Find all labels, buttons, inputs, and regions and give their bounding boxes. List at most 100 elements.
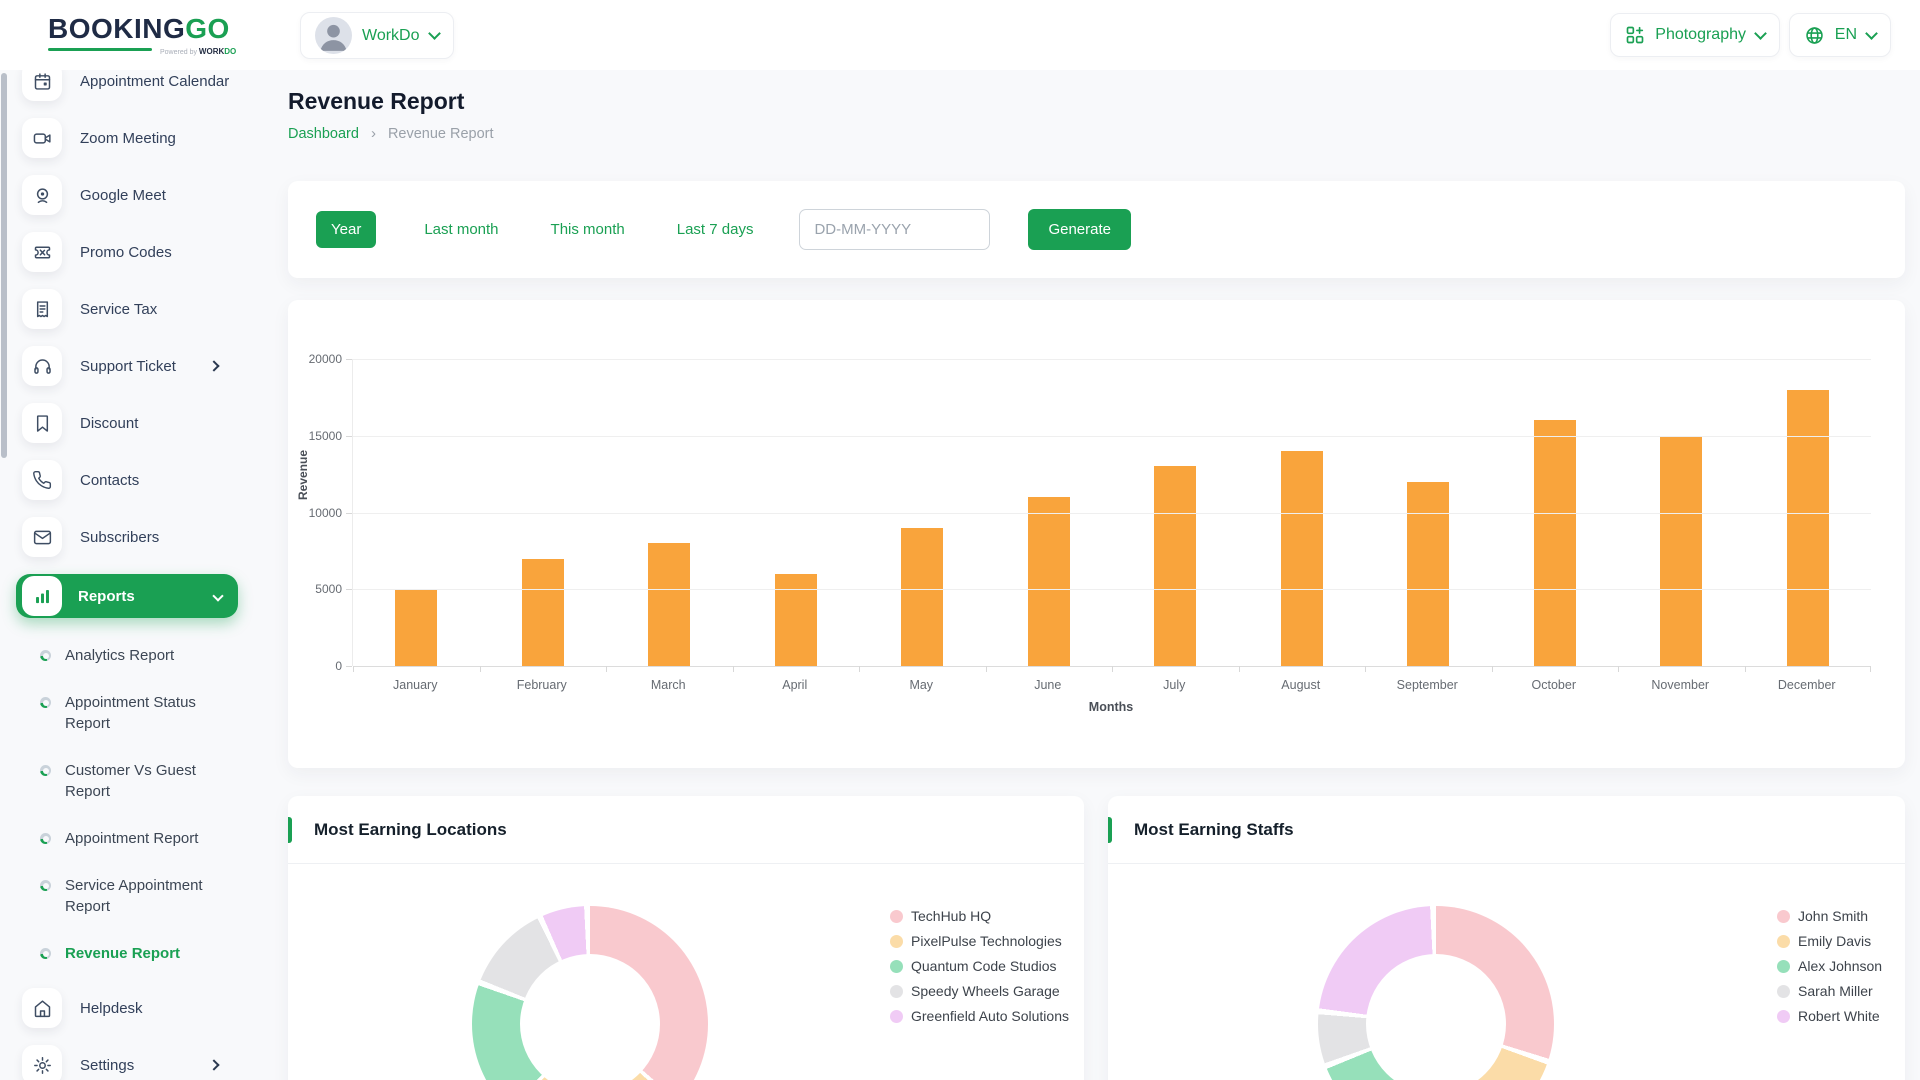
y-tick-mark [346, 666, 352, 667]
sidebar: Appointment CalendarZoom MeetingGoogle M… [0, 70, 250, 1080]
sidebar-item-label: Promo Codes [80, 244, 172, 261]
legend-label: PixelPulse Technologies [911, 933, 1062, 949]
breadcrumb-dashboard-link[interactable]: Dashboard [288, 126, 359, 142]
submenu-item-customer-vs-guest-report[interactable]: Customer Vs Guest Report [0, 747, 250, 815]
quick-filter-this-month[interactable]: This month [551, 221, 625, 238]
staffs-card-title: Most Earning Staffs [1134, 820, 1294, 840]
generate-button[interactable]: Generate [1028, 209, 1131, 250]
submenu-bullet-icon [40, 833, 51, 844]
x-tick-mark [986, 666, 987, 672]
locations-donut-chart [472, 906, 708, 1080]
logo-text: BOOKINGGO [48, 13, 230, 44]
submenu-item-revenue-report[interactable]: Revenue Report [0, 930, 250, 977]
workspace-switcher[interactable]: WorkDo [300, 12, 454, 59]
legend-item-robert-white[interactable]: Robert White [1777, 1008, 1882, 1024]
bar-december [1787, 390, 1829, 666]
sidebar-item-discount[interactable]: Discount [22, 403, 240, 443]
submenu-item-service-appointment-report[interactable]: Service Appointment Report [0, 862, 250, 930]
quick-filter-last-month[interactable]: Last month [424, 221, 498, 238]
x-tick-label: December [1744, 678, 1871, 692]
legend-dot-icon [1777, 985, 1790, 998]
most-earning-staffs-card: Most Earning Staffs John Smith Emily Davi… [1108, 796, 1905, 1080]
bar-february [522, 559, 564, 666]
legend-label: Alex Johnson [1798, 958, 1882, 974]
staffs-donut-chart [1318, 906, 1554, 1080]
submenu-item-label: Appointment Status Report [65, 692, 235, 734]
sidebar-item-contacts[interactable]: Contacts [22, 460, 240, 500]
y-tick-label: 10000 [290, 506, 342, 520]
legend-dot-icon [1777, 1010, 1790, 1023]
sidebar-item-support-ticket[interactable]: Support Ticket [22, 346, 240, 386]
legend-item-alex-johnson[interactable]: Alex Johnson [1777, 958, 1882, 974]
sidebar-item-label: Support Ticket [80, 358, 176, 375]
legend-dot-icon [890, 910, 903, 923]
sidebar-item-zoom-meeting[interactable]: Zoom Meeting [22, 118, 240, 158]
submenu-item-label: Analytics Report [65, 645, 174, 666]
x-tick-label: November [1617, 678, 1744, 692]
x-tick-label: January [352, 678, 479, 692]
phone-icon [22, 460, 62, 500]
header-accent-bar [1108, 817, 1112, 843]
sidebar-item-reports[interactable]: Reports [16, 574, 238, 618]
legend-item-speedy-wheels-garage[interactable]: Speedy Wheels Garage [890, 983, 1069, 999]
bar-march [648, 543, 690, 666]
legend-dot-icon [1777, 960, 1790, 973]
x-tick-mark [1618, 666, 1619, 672]
x-tick-mark [1112, 666, 1113, 672]
sidebar-item-subscribers[interactable]: Subscribers [22, 517, 240, 557]
sidebar-item-google-meet[interactable]: Google Meet [22, 175, 240, 215]
logo-underline [48, 48, 152, 51]
submenu-item-analytics-report[interactable]: Analytics Report [0, 632, 250, 679]
submenu-item-label: Service Appointment Report [65, 875, 235, 917]
submenu-bullet-icon [40, 650, 51, 661]
y-tick-mark [346, 513, 352, 514]
submenu-item-appointment-status-report[interactable]: Appointment Status Report [0, 679, 250, 747]
language-switcher[interactable]: EN [1789, 13, 1891, 57]
x-tick-label: June [985, 678, 1112, 692]
chevron-down-icon [1865, 27, 1878, 40]
business-switcher[interactable]: Photography [1610, 13, 1780, 57]
sidebar-item-label: Subscribers [80, 529, 159, 546]
breadcrumb-current: Revenue Report [388, 126, 494, 142]
bar-january [395, 589, 437, 666]
legend-item-greenfield-auto-solutions[interactable]: Greenfield Auto Solutions [890, 1008, 1069, 1024]
app-logo[interactable]: BOOKINGGO Powered by WORKDO [48, 14, 230, 51]
submenu-bullet-icon [40, 765, 51, 776]
bar-july [1154, 466, 1196, 666]
bar-june [1028, 497, 1070, 666]
legend-dot-icon [890, 960, 903, 973]
year-filter-button[interactable]: Year [316, 211, 376, 248]
legend-item-techhub-hq[interactable]: TechHub HQ [890, 908, 1069, 924]
gridline-15000 [353, 436, 1871, 437]
legend-item-quantum-code-studios[interactable]: Quantum Code Studios [890, 958, 1069, 974]
sidebar-scrollbar[interactable] [1, 73, 7, 458]
legend-item-pixelpulse-technologies[interactable]: PixelPulse Technologies [890, 933, 1069, 949]
sidebar-item-promo-codes[interactable]: Promo Codes [22, 232, 240, 272]
sidebar-item-label: Discount [80, 415, 138, 432]
quick-filter-last-7-days[interactable]: Last 7 days [677, 221, 754, 238]
legend-item-john-smith[interactable]: John Smith [1777, 908, 1882, 924]
submenu-item-appointment-report[interactable]: Appointment Report [0, 815, 250, 862]
reports-submenu: Analytics Report Appointment Status Repor… [0, 626, 250, 981]
x-tick-mark [480, 666, 481, 672]
bar-august [1281, 451, 1323, 666]
submenu-item-label: Customer Vs Guest Report [65, 760, 235, 802]
locations-card-title: Most Earning Locations [314, 820, 507, 840]
home-icon [22, 988, 62, 1028]
sidebar-item-helpdesk[interactable]: Helpdesk [22, 988, 240, 1028]
date-input[interactable] [799, 209, 990, 250]
submenu-item-label: Revenue Report [65, 943, 180, 964]
sidebar-item-service-tax[interactable]: Service Tax [22, 289, 240, 329]
sidebar-item-label: Settings [80, 1057, 134, 1074]
donut-hole [1366, 954, 1506, 1080]
bar-chart-icon [22, 576, 62, 616]
x-tick-label: March [605, 678, 732, 692]
legend-item-sarah-miller[interactable]: Sarah Miller [1777, 983, 1882, 999]
sidebar-item-settings[interactable]: Settings [22, 1045, 240, 1080]
legend-item-emily-davis[interactable]: Emily Davis [1777, 933, 1882, 949]
x-tick-label: February [479, 678, 606, 692]
receipt-icon [22, 289, 62, 329]
globe-icon [1804, 25, 1825, 46]
x-tick-mark [606, 666, 607, 672]
legend-label: Robert White [1798, 1008, 1880, 1024]
